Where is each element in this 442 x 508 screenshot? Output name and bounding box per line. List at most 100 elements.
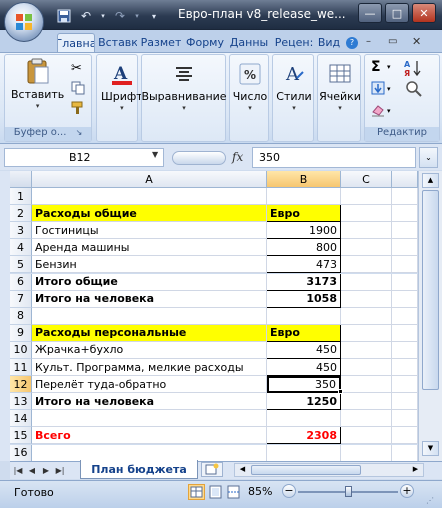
row-header[interactable]: 5	[10, 256, 32, 274]
zoom-level[interactable]: 85%	[248, 485, 272, 498]
next-sheet-icon[interactable]: ▶	[40, 463, 52, 477]
cell-c[interactable]	[341, 239, 392, 257]
cell-a[interactable]: Аренда машины	[32, 239, 267, 257]
cell-a[interactable]: Итого на человека	[32, 393, 267, 411]
cell-c[interactable]	[341, 444, 392, 462]
format-painter-icon[interactable]	[71, 101, 85, 118]
row-header[interactable]: 15	[10, 427, 32, 445]
cell-d[interactable]	[392, 290, 418, 308]
paste-button[interactable]: Вставить ▾	[11, 58, 64, 110]
cell-c[interactable]	[341, 410, 392, 428]
undo-icon[interactable]: ↶	[78, 8, 94, 24]
cell-a[interactable]: Расходы персональные	[32, 324, 267, 342]
cells-button[interactable]: Ячейки ▾	[319, 61, 361, 112]
ribbon-restore-icon[interactable]: ▭	[388, 36, 397, 47]
formula-bar-splitter[interactable]	[172, 151, 226, 165]
cell-c[interactable]	[341, 376, 392, 394]
cell-b[interactable]	[267, 188, 341, 206]
cell-c[interactable]	[341, 256, 392, 274]
cell-c[interactable]	[341, 290, 392, 308]
cut-icon[interactable]: ✂	[71, 61, 82, 76]
cell-a[interactable]: Культ. Программа, мелкие расходы	[32, 359, 267, 377]
row-header[interactable]: 1	[10, 188, 32, 206]
row-header[interactable]: 10	[10, 341, 32, 359]
active-cell-b12[interactable]: 350	[267, 376, 341, 394]
row-header[interactable]: 7	[10, 290, 32, 308]
name-box[interactable]: B12	[4, 148, 164, 167]
cell-c[interactable]	[341, 188, 392, 206]
cell-a[interactable]: Гостиницы	[32, 222, 267, 240]
workbook-close-icon[interactable]: ✕	[412, 35, 421, 48]
row-header[interactable]: 2	[10, 205, 32, 223]
cell-a[interactable]: Расходы общие	[32, 205, 267, 223]
cell-b[interactable]: 1058	[267, 290, 341, 308]
prev-sheet-icon[interactable]: ◀	[26, 463, 38, 477]
page-break-view-icon[interactable]	[226, 485, 241, 502]
cell-c[interactable]	[341, 427, 392, 445]
row-header[interactable]: 3	[10, 222, 32, 240]
vertical-scroll-thumb[interactable]	[422, 190, 439, 390]
cell-b[interactable]: 800	[267, 239, 341, 257]
cell-d[interactable]	[392, 376, 418, 394]
cell-c[interactable]	[341, 324, 392, 342]
cell-b[interactable]: 450	[267, 359, 341, 377]
cell-b[interactable]	[267, 307, 341, 325]
tab-data[interactable]: Данны	[229, 33, 269, 52]
cell-a[interactable]	[32, 410, 267, 428]
column-header-a[interactable]: A	[32, 171, 267, 188]
cell-a[interactable]: Итого на человека	[32, 290, 267, 308]
cell-d[interactable]	[392, 393, 418, 411]
row-header[interactable]: 9	[10, 324, 32, 342]
sort-filter-icon[interactable]: AЯ	[403, 58, 423, 81]
cell-d[interactable]	[392, 188, 418, 206]
maximize-button[interactable]: □	[385, 3, 409, 23]
cell-a[interactable]: Всего	[32, 427, 267, 445]
tab-formulas[interactable]: Форму	[185, 33, 225, 52]
cell-a[interactable]: Бензин	[32, 256, 267, 274]
cell-a[interactable]: Жрачка+бухло	[32, 341, 267, 359]
cell-b[interactable]: 1250	[267, 393, 341, 411]
row-header[interactable]: 8	[10, 307, 32, 325]
last-sheet-icon[interactable]: ▶|	[54, 463, 66, 477]
redo-icon[interactable]: ↷	[112, 8, 128, 24]
cell-b[interactable]	[267, 410, 341, 428]
zoom-slider-thumb[interactable]	[345, 486, 352, 497]
cell-d[interactable]	[392, 239, 418, 257]
horizontal-scroll-thumb[interactable]	[251, 465, 361, 475]
autosum-icon[interactable]: Σ	[371, 59, 381, 75]
scroll-down-icon[interactable]: ▼	[422, 441, 439, 456]
scroll-up-icon[interactable]: ▲	[422, 173, 439, 188]
row-header[interactable]: 13	[10, 393, 32, 411]
zoom-out-button[interactable]: −	[282, 484, 296, 498]
number-button[interactable]: % Число ▾	[232, 61, 268, 112]
styles-button[interactable]: A Стили ▾	[275, 61, 313, 112]
cell-d[interactable]	[392, 359, 418, 377]
name-box-dropdown-icon[interactable]: ▼	[152, 150, 158, 159]
cell-d[interactable]	[392, 205, 418, 223]
paste-dropdown-icon[interactable]: ▾	[36, 102, 40, 110]
tab-home[interactable]: Главна	[57, 33, 95, 52]
cell-d[interactable]	[392, 222, 418, 240]
cell-c[interactable]	[341, 273, 392, 291]
cell-c[interactable]	[341, 205, 392, 223]
cell-d[interactable]	[392, 427, 418, 445]
cell-d[interactable]	[392, 307, 418, 325]
cell-d[interactable]	[392, 324, 418, 342]
cell-b[interactable]: Евро	[267, 205, 341, 223]
font-button[interactable]: A Шрифт ▾	[101, 61, 143, 112]
row-header[interactable]: 16	[10, 444, 32, 462]
row-header[interactable]: 14	[10, 410, 32, 428]
scroll-left-icon[interactable]: ◀	[236, 465, 249, 475]
cell-c[interactable]	[341, 341, 392, 359]
column-header-b[interactable]: B	[267, 171, 341, 188]
close-button[interactable]: ✕	[412, 3, 436, 23]
resize-grip-icon[interactable]: ⋰	[426, 496, 434, 505]
cell-b[interactable]: 473	[267, 256, 341, 274]
cell-b[interactable]	[267, 444, 341, 462]
customize-qat-icon[interactable]: ▾	[146, 8, 162, 24]
sheet-tab-budget[interactable]: План бюджета	[80, 460, 198, 479]
cell-b[interactable]: 1900	[267, 222, 341, 240]
ribbon-minimize-icon[interactable]: –	[366, 36, 371, 47]
tab-review[interactable]: Рецен:	[273, 33, 315, 52]
scroll-right-icon[interactable]: ▶	[409, 465, 422, 475]
